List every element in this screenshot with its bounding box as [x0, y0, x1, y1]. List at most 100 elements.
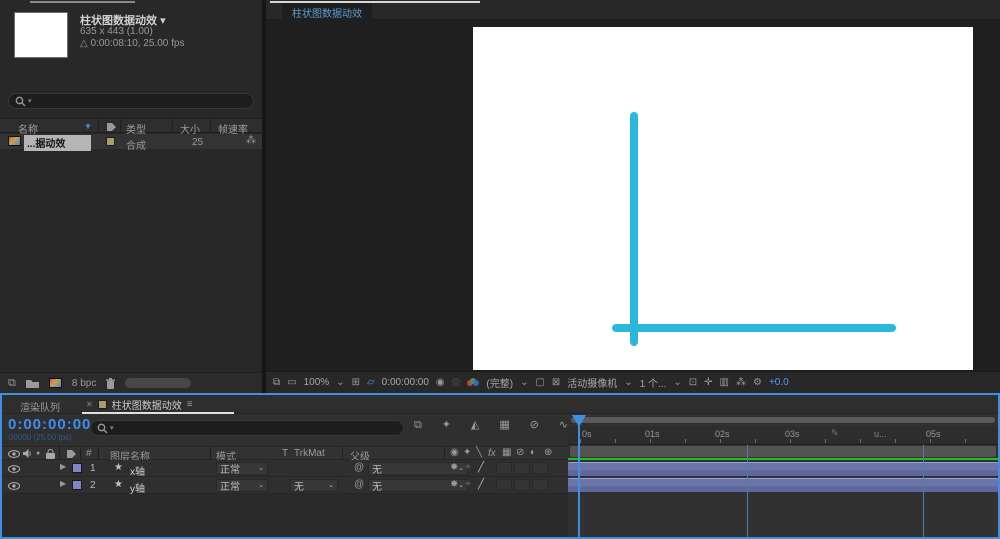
trash-icon[interactable] [106, 377, 116, 389]
threed-switch-icon[interactable]: ⊕ [544, 448, 552, 458]
duration-box[interactable] [532, 479, 548, 491]
viewer-tab[interactable]: 柱状图数据动效 [282, 3, 372, 20]
project-item-row[interactable]: ...据动效 合成 25 ⁂ [0, 134, 262, 152]
expand-arrow-icon[interactable]: ▶ [60, 480, 66, 488]
composition-flowchart-icon[interactable]: ⧉ [414, 420, 422, 431]
draft-3d-icon[interactable]: ✦ [442, 420, 451, 431]
in-box[interactable] [496, 462, 512, 474]
column-trkmat[interactable]: TrkMat [294, 448, 325, 459]
label-tag-icon[interactable] [106, 122, 117, 132]
mask-visibility-icon[interactable]: ▱ [367, 377, 375, 388]
quality-switch[interactable]: ╱ [478, 480, 484, 490]
layer-row-2[interactable]: ▶ 2 ★ y轴 正常 ⌄ 无 ⌄ @ 无 ⌄ ✸ ✦ ╱ [2, 477, 568, 495]
layer-label-swatch[interactable] [72, 463, 82, 473]
new-composition-icon[interactable] [48, 378, 62, 388]
solo-icon[interactable]: ● [36, 450, 40, 457]
label-color-swatch[interactable] [106, 137, 115, 146]
collapse-switch[interactable]: ✸ [450, 480, 458, 490]
transparency-grid-icon[interactable]: ⊠ [552, 377, 560, 388]
chevron-down-icon[interactable]: ⌄ [520, 377, 528, 388]
hide-shy-layers-icon[interactable]: ◭ [471, 420, 479, 431]
shy-switch-icon[interactable]: ◉ [450, 448, 459, 458]
pickwhip-icon[interactable]: @ [354, 480, 364, 490]
quality-switch[interactable]: ╱ [478, 463, 484, 473]
close-icon[interactable]: ✕ [86, 400, 93, 409]
snapshot-icon[interactable]: ◉ [436, 377, 445, 388]
sort-desc-icon[interactable]: ▼ [84, 123, 92, 131]
out-box[interactable] [514, 462, 530, 474]
search-options-icon[interactable]: ▾ [28, 98, 32, 105]
layer-name[interactable]: x轴 [130, 463, 145, 478]
work-area-bar[interactable] [570, 446, 996, 457]
timeline-jump-icon[interactable]: ▥ [720, 377, 729, 388]
search-options-icon[interactable]: ▾ [110, 425, 114, 432]
frame-blending-icon[interactable]: ▦ [499, 420, 509, 431]
current-time-indicator-head[interactable] [572, 415, 586, 427]
pixel-aspect-icon[interactable]: ⊡ [689, 377, 697, 388]
motion-blur-switch-icon[interactable]: ⊘ [516, 448, 524, 458]
blend-mode-select[interactable]: 正常 ⌄ [216, 479, 268, 493]
eye-icon[interactable] [8, 482, 20, 490]
column-t[interactable]: T [282, 448, 288, 459]
interpret-footage-icon[interactable]: ⧉ [8, 377, 16, 389]
collapse-switch[interactable]: ✸ [450, 463, 458, 473]
project-bit-depth[interactable]: 8 bpc [72, 378, 96, 389]
column-number[interactable]: # [86, 448, 92, 459]
draft-switch[interactable]: ✦ [464, 480, 472, 490]
chevron-down-icon[interactable]: ⌄ [336, 377, 344, 388]
x-axis-shape[interactable] [612, 324, 896, 332]
current-timecode[interactable]: 0:00:00:00 [8, 416, 91, 433]
collapse-switch-icon[interactable]: ✦ [463, 448, 471, 458]
grid-guides-icon[interactable]: ⊞ [352, 377, 360, 388]
quality-switch-icon[interactable]: ╲ [476, 448, 482, 458]
region-of-interest-icon[interactable]: ▢ [535, 377, 544, 388]
composition-canvas[interactable] [473, 27, 973, 370]
layer-name[interactable]: y轴 [130, 480, 145, 495]
layer-row-1[interactable]: ▶ 1 ★ x轴 正常 ⌄ @ 无 ⌄ ✸ ✦ ╱ [2, 460, 568, 478]
flowchart-jump-icon[interactable]: ⁂ [736, 377, 746, 388]
graph-editor-icon[interactable]: ∿ [559, 420, 568, 431]
timeline-search-input[interactable]: ▾ [90, 420, 404, 436]
resolution-select[interactable]: (完整) [486, 375, 513, 390]
viewer-timecode[interactable]: 0:00:00:00 [382, 377, 429, 388]
y-axis-shape[interactable] [630, 112, 638, 346]
layer-bar-x-axis[interactable] [568, 462, 998, 476]
fast-previews-icon[interactable]: ✛ [704, 377, 712, 388]
out-box[interactable] [514, 479, 530, 491]
chevron-down-icon[interactable]: ⌄ [624, 377, 632, 388]
always-preview-icon[interactable]: ⧉ [273, 377, 280, 388]
layer-label-swatch[interactable] [72, 480, 82, 490]
layer-bar-y-axis[interactable] [568, 478, 998, 492]
channels-icon[interactable] [467, 377, 480, 388]
speaker-icon[interactable] [23, 449, 32, 458]
exposure-reset-icon[interactable]: ⚙ [753, 377, 762, 388]
project-search-input[interactable]: ▾ [8, 93, 254, 109]
tab-render-queue[interactable]: 渲染队列 [20, 399, 60, 414]
time-ruler[interactable]: 0s 01s 02s 03s ✎ u... 05s [568, 426, 998, 445]
label-tag-icon[interactable] [66, 449, 77, 459]
current-time-indicator-line[interactable] [578, 426, 580, 537]
blend-mode-select[interactable]: 正常 ⌄ [216, 462, 268, 476]
show-snapshot-icon[interactable]: ◎ [452, 377, 461, 388]
chevron-down-icon[interactable]: ▾ [160, 16, 166, 27]
motion-blur-icon[interactable]: ⊘ [530, 420, 539, 431]
eye-icon[interactable] [8, 450, 20, 458]
duration-box[interactable] [532, 462, 548, 474]
view-layout-select[interactable]: 1 个... [640, 375, 667, 390]
panel-menu-icon[interactable]: ≡ [187, 399, 193, 410]
eye-icon[interactable] [8, 465, 20, 473]
timeline-navigator[interactable] [570, 416, 996, 424]
in-box[interactable] [496, 479, 512, 491]
zoom-level[interactable]: 100% [304, 377, 330, 388]
camera-select[interactable]: 活动摄像机 [567, 375, 617, 390]
magnification-icon[interactable]: ▭ [287, 377, 296, 388]
frame-blend-switch-icon[interactable]: ▦ [502, 448, 511, 458]
pickwhip-icon[interactable]: @ [354, 463, 364, 473]
lock-icon[interactable] [46, 449, 55, 459]
effects-switch-icon[interactable]: fx [488, 448, 496, 459]
item-name[interactable]: ...据动效 [24, 135, 92, 151]
trkmat-select[interactable]: 无 ⌄ [290, 479, 338, 493]
expand-arrow-icon[interactable]: ▶ [60, 463, 66, 471]
draft-switch[interactable]: ✦ [464, 463, 472, 473]
horizontal-scrollbar[interactable] [125, 378, 192, 388]
